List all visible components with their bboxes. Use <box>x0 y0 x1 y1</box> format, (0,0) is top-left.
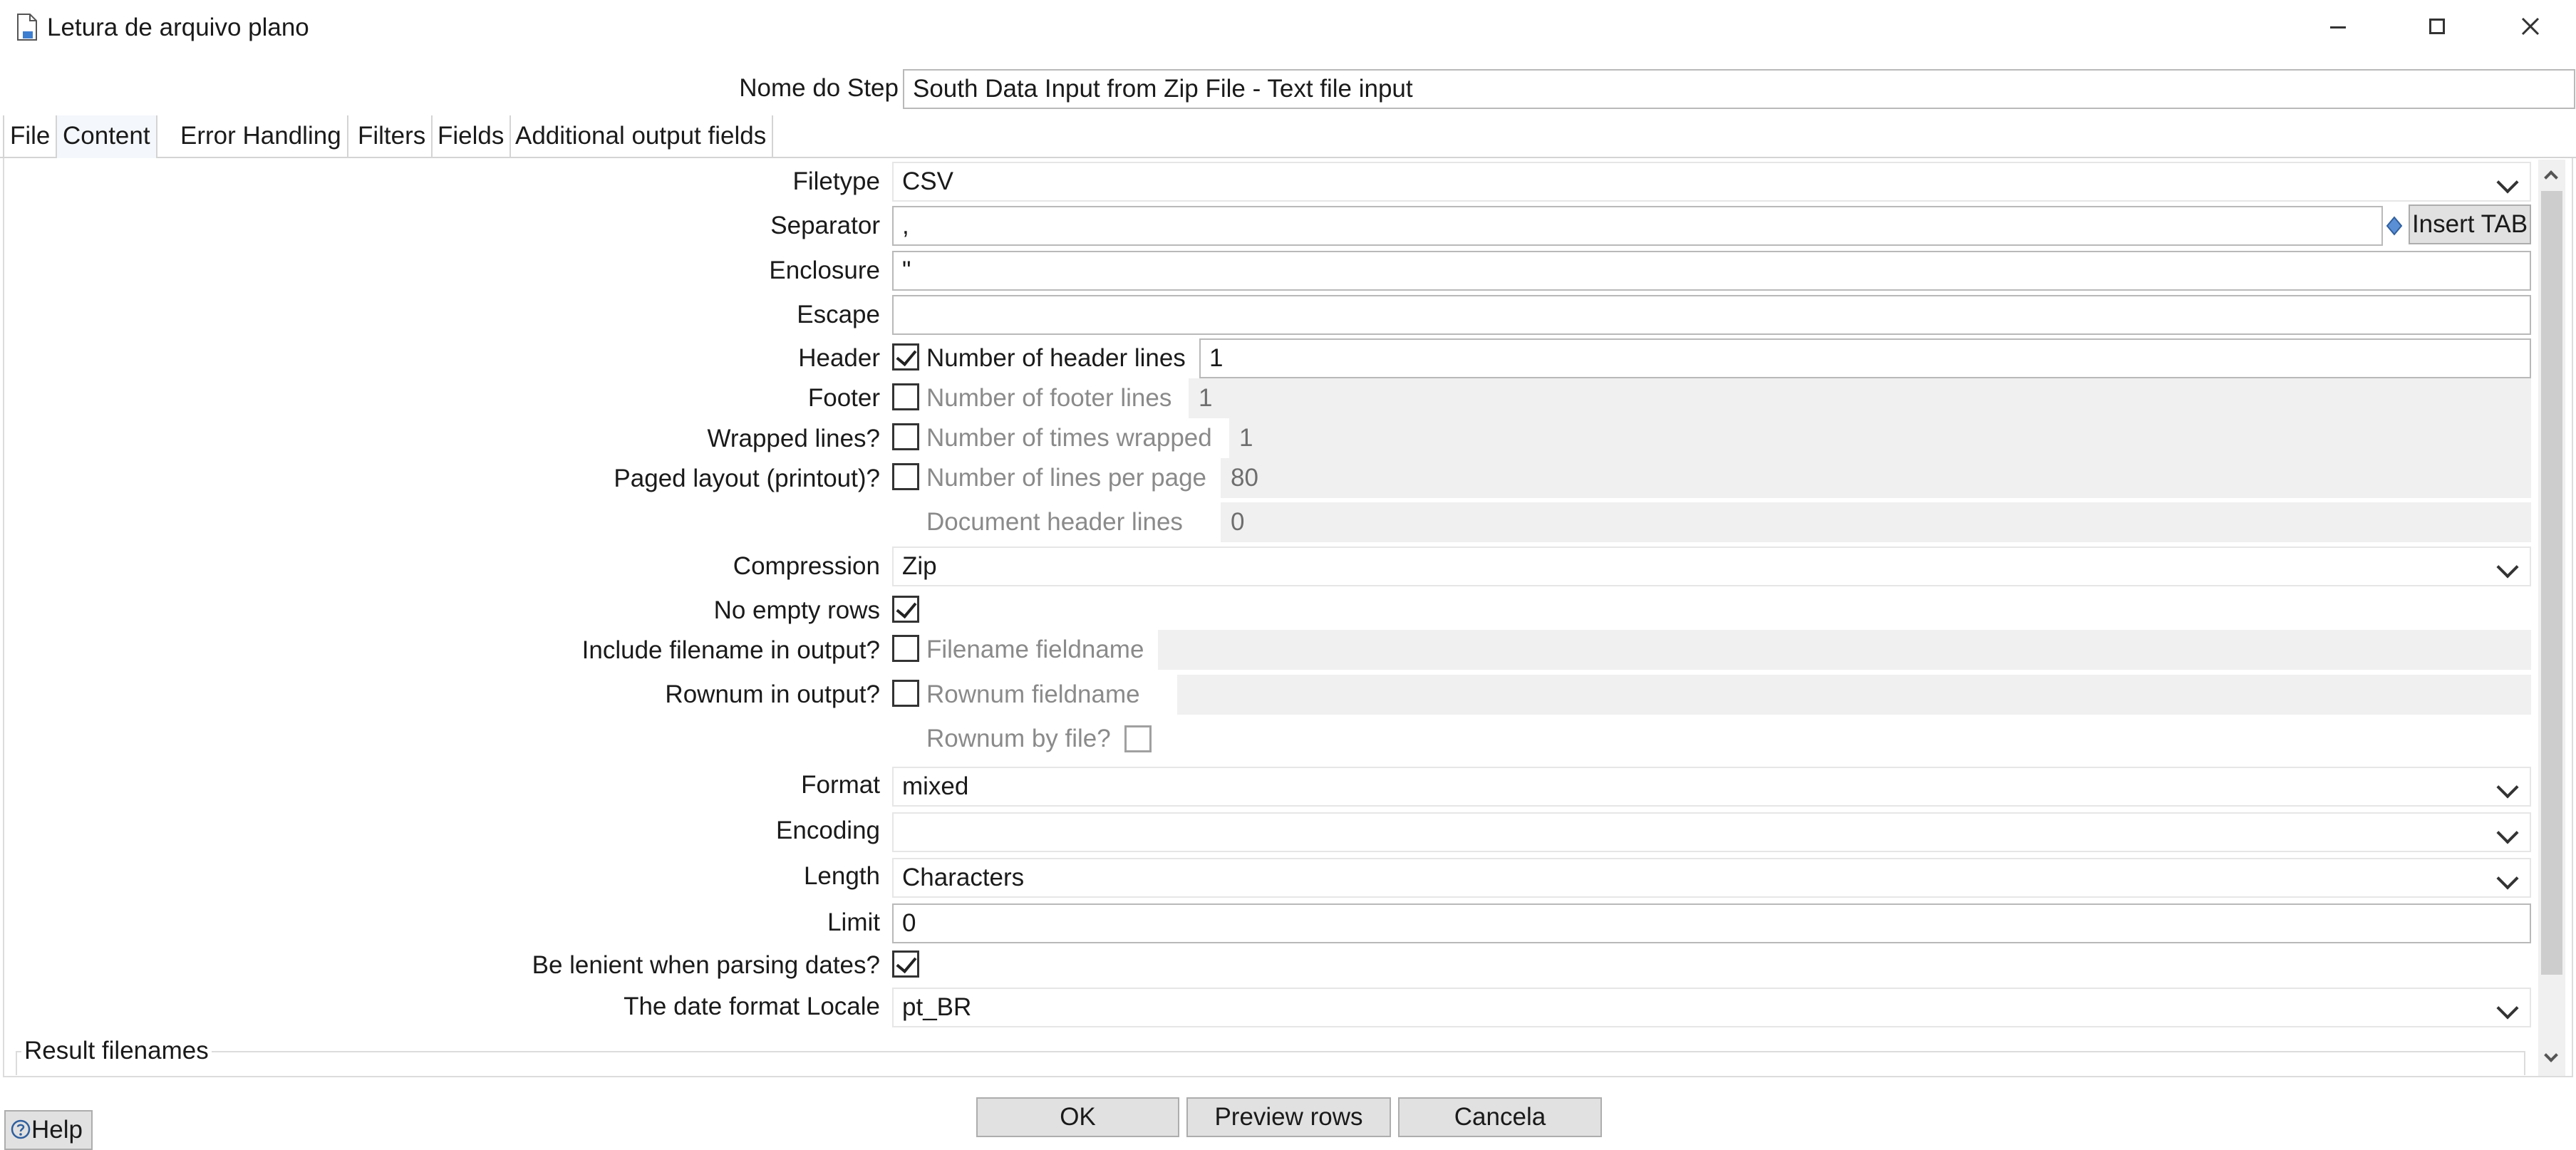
separator-label: Separator <box>770 212 880 239</box>
close-icon <box>2521 17 2540 36</box>
length-value: Characters <box>902 864 1025 891</box>
rownum-fieldname-input[interactable] <box>1177 675 2531 715</box>
rownum-checkbox[interactable] <box>892 680 919 707</box>
chevron-down-icon <box>2496 171 2519 194</box>
rownum-label: Rownum in output? <box>665 680 880 708</box>
tab-error-handling[interactable]: Error Handling <box>175 115 348 158</box>
length-select[interactable]: Characters <box>892 858 2531 898</box>
maximize-icon <box>2429 19 2445 34</box>
rownum-by-file-checkbox[interactable] <box>1124 725 1152 752</box>
header-label: Header <box>798 344 880 372</box>
maximize-button[interactable] <box>2409 0 2466 56</box>
chevron-down-icon <box>2496 776 2519 799</box>
tab-content[interactable]: Content <box>57 115 157 158</box>
lenient-dates-label: Be lenient when parsing dates? <box>532 951 880 979</box>
header-lines-input[interactable]: 1 <box>1199 338 2531 378</box>
date-locale-select[interactable]: pt_BR <box>892 988 2531 1027</box>
include-filename-label: Include filename in output? <box>581 636 880 664</box>
header-checkbox[interactable] <box>892 343 919 371</box>
document-header-lines-label: Document header lines <box>926 508 1183 536</box>
paged-layout-label: Paged layout (printout)? <box>614 465 880 492</box>
compression-select[interactable]: Zip <box>892 546 2531 586</box>
footer-lines-input[interactable]: 1 <box>1189 378 2531 418</box>
times-wrapped-label: Number of times wrapped <box>926 424 1212 452</box>
title-bar: Letura de arquivo plano <box>0 0 2576 56</box>
times-wrapped-input[interactable]: 1 <box>1229 418 2531 458</box>
tab-additional-output-fields[interactable]: Additional output fields <box>509 115 774 158</box>
include-filename-checkbox[interactable] <box>892 635 919 662</box>
cancel-button[interactable]: Cancela <box>1398 1097 1602 1137</box>
result-filenames-group <box>16 1051 2525 1075</box>
rownum-by-file-label: Rownum by file? <box>926 725 1111 752</box>
length-label: Length <box>803 862 880 890</box>
filetype-value: CSV <box>902 167 953 195</box>
wrapped-lines-checkbox[interactable] <box>892 423 919 450</box>
enclosure-input[interactable]: " <box>892 251 2531 291</box>
filetype-select[interactable]: CSV <box>892 162 2531 202</box>
encoding-label: Encoding <box>776 817 880 844</box>
footer-lines-label: Number of footer lines <box>926 384 1172 412</box>
document-header-lines-input[interactable]: 0 <box>1221 502 2531 542</box>
lenient-dates-checkbox[interactable] <box>892 950 919 978</box>
limit-input[interactable]: 0 <box>892 903 2531 943</box>
scroll-thumb[interactable] <box>2541 191 2562 975</box>
preview-rows-button[interactable]: Preview rows <box>1186 1097 1391 1137</box>
filetype-label: Filetype <box>792 167 880 195</box>
vertical-scrollbar[interactable] <box>2538 160 2565 1076</box>
format-select[interactable]: mixed <box>892 767 2531 807</box>
step-name-label: Nome do Step <box>739 74 899 102</box>
date-locale-value: pt_BR <box>902 993 972 1021</box>
tab-file[interactable]: File <box>3 115 58 158</box>
variable-diamond-icon <box>2386 216 2403 236</box>
step-name-input[interactable]: South Data Input from Zip File - Text fi… <box>903 69 2575 109</box>
no-empty-rows-checkbox[interactable] <box>892 596 919 623</box>
header-lines-label: Number of header lines <box>926 344 1186 372</box>
wrapped-lines-label: Wrapped lines? <box>707 425 880 452</box>
check-icon <box>896 596 917 619</box>
enclosure-label: Enclosure <box>769 257 880 284</box>
paged-layout-checkbox[interactable] <box>892 463 919 490</box>
insert-tab-button[interactable]: Insert TAB <box>2409 204 2531 244</box>
escape-label: Escape <box>797 301 880 328</box>
scroll-down-icon[interactable] <box>2544 1048 2558 1062</box>
separator-input[interactable]: , <box>892 206 2383 246</box>
check-icon <box>896 344 917 367</box>
lines-per-page-label: Number of lines per page <box>926 464 1206 492</box>
tab-fields[interactable]: Fields <box>432 115 512 158</box>
minimize-icon <box>2330 26 2346 29</box>
tab-filters[interactable]: Filters <box>352 115 433 158</box>
footer-label: Footer <box>807 384 880 412</box>
limit-label: Limit <box>827 908 880 936</box>
close-button[interactable] <box>2501 0 2558 56</box>
help-icon <box>11 1119 31 1139</box>
encoding-select[interactable] <box>892 812 2531 852</box>
escape-input[interactable] <box>892 295 2531 335</box>
compression-label: Compression <box>733 552 880 580</box>
lines-per-page-input[interactable]: 80 <box>1221 458 2531 498</box>
scroll-up-icon[interactable] <box>2544 170 2558 185</box>
format-value: mixed <box>902 772 969 800</box>
format-label: Format <box>801 771 880 799</box>
help-button[interactable]: Help <box>4 1110 93 1150</box>
chevron-down-icon <box>2496 822 2519 844</box>
chevron-down-icon <box>2496 867 2519 890</box>
compression-value: Zip <box>902 552 937 580</box>
chevron-down-icon <box>2496 556 2519 579</box>
ok-button[interactable]: OK <box>976 1097 1179 1137</box>
footer-checkbox[interactable] <box>892 383 919 410</box>
document-icon <box>17 14 37 41</box>
filename-fieldname-input[interactable] <box>1158 630 2531 670</box>
rownum-fieldname-label: Rownum fieldname <box>926 680 1140 708</box>
help-label: Help <box>31 1116 83 1144</box>
check-icon <box>896 951 917 974</box>
result-filenames-title: Result filenames <box>21 1033 212 1069</box>
chevron-down-icon <box>2496 997 2519 1020</box>
window-title: Letura de arquivo plano <box>47 14 309 41</box>
minimize-button[interactable] <box>2309 0 2366 56</box>
no-empty-rows-label: No empty rows <box>713 596 880 624</box>
date-locale-label: The date format Locale <box>624 993 880 1020</box>
filename-fieldname-label: Filename fieldname <box>926 636 1144 663</box>
